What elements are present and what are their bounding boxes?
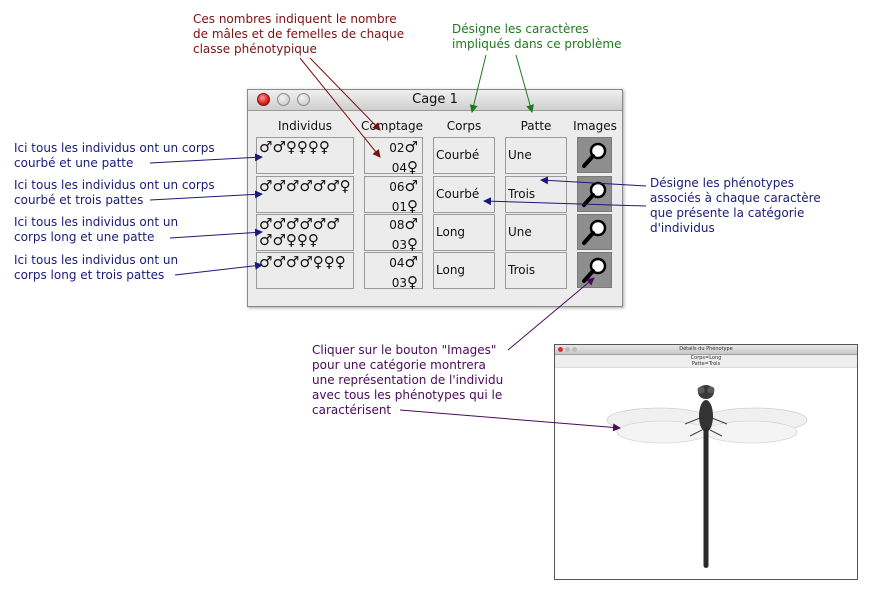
arrow-to-female-count <box>299 57 381 158</box>
arrow-to-row2 <box>149 190 263 201</box>
arrow-to-patte-header <box>515 54 534 113</box>
annotation-arrows <box>149 54 647 432</box>
arrow-to-row4 <box>174 261 263 276</box>
arrow-to-dragonfly <box>399 409 621 432</box>
arrow-to-row3 <box>169 228 263 239</box>
arrow-to-images-button <box>507 277 595 351</box>
arrow-to-row1 <box>149 153 263 164</box>
arrow-to-patte-value <box>540 176 647 187</box>
arrow-to-corps-header <box>469 54 487 113</box>
arrow-to-male-count <box>309 57 381 131</box>
arrow-to-corps-value <box>483 197 647 207</box>
